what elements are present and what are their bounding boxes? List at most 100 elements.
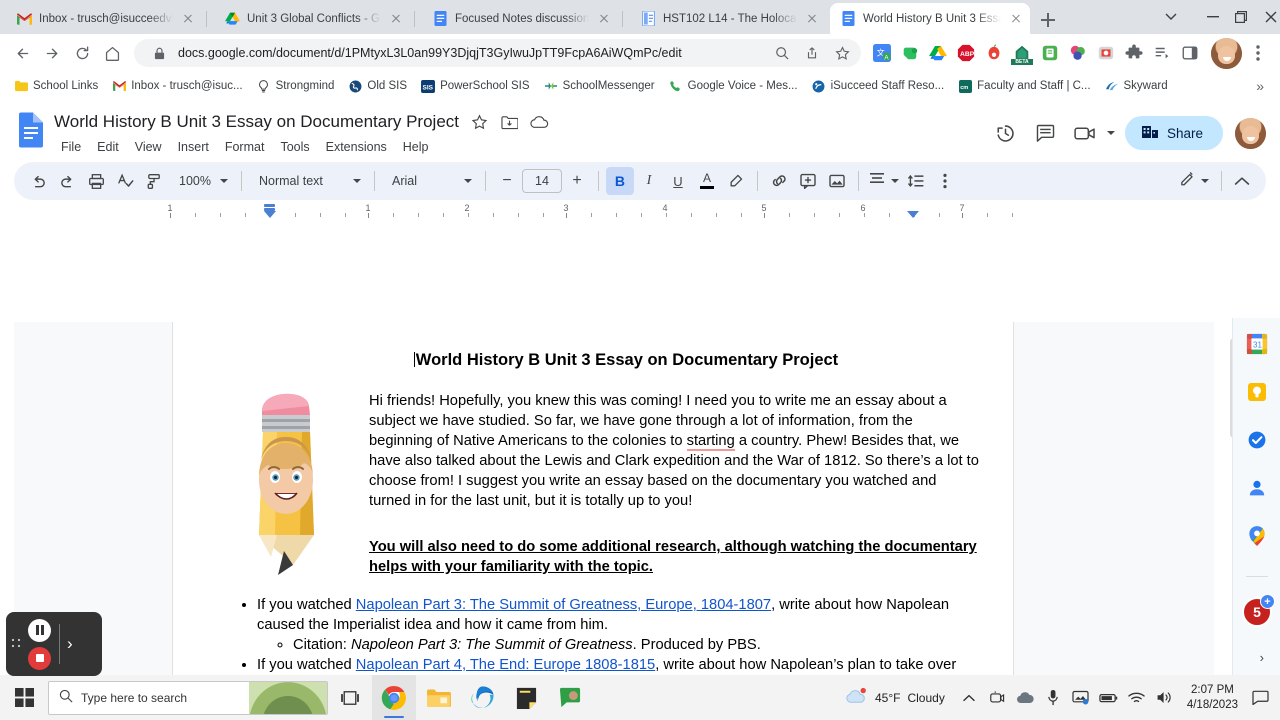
share-icon[interactable] (801, 42, 823, 64)
close-icon[interactable] (596, 11, 612, 27)
underline-button[interactable]: U (664, 167, 692, 195)
menu-file[interactable]: File (54, 137, 88, 157)
document-title[interactable]: World History B Unit 3 Essay on Document… (54, 112, 459, 132)
windows-search-box[interactable]: Type here to search (48, 680, 328, 715)
text-color-button[interactable]: A (693, 167, 721, 195)
italic-button[interactable]: I (635, 167, 663, 195)
bookmark-item-4[interactable]: SIS PowerSchool SIS (415, 76, 536, 96)
font-family-selector[interactable]: Arial (382, 167, 478, 195)
volume-icon[interactable] (1151, 675, 1179, 720)
close-icon[interactable] (1248, 0, 1280, 34)
pencil-bitmoji-image[interactable] (229, 385, 347, 580)
menu-view[interactable]: View (128, 137, 169, 157)
bookmark-item-6[interactable]: Google Voice - Mes... (663, 76, 804, 96)
share-button[interactable]: Share (1124, 116, 1223, 150)
adblock-plus-icon[interactable]: ABP (955, 42, 977, 64)
redo-icon[interactable] (53, 167, 81, 195)
side-panel-icon[interactable] (1179, 42, 1201, 64)
microphone-icon[interactable] (1039, 675, 1067, 720)
document-ruler[interactable]: 1 1 2 3 4 5 6 7 (160, 203, 1020, 218)
browser-tab-0[interactable]: Inbox - trusch@isucceedvhs. (6, 3, 202, 34)
pear-deck-icon[interactable] (983, 42, 1005, 64)
document-body[interactable]: World History B Unit 3 Essay on Document… (173, 322, 1013, 675)
google-chrome-icon[interactable] (372, 675, 416, 720)
webcam-icon[interactable] (983, 675, 1011, 720)
sticky-notes-icon[interactable] (504, 675, 548, 720)
google-translate-icon[interactable]: 文A (871, 42, 893, 64)
insert-link-icon[interactable] (765, 167, 793, 195)
screen-recorder-widget[interactable]: › (6, 612, 102, 676)
cloud-saved-icon[interactable] (529, 112, 549, 132)
file-explorer-icon[interactable] (416, 675, 460, 720)
bookmarks-overflow-button[interactable]: » (1248, 76, 1272, 96)
browser-tab-1[interactable]: Unit 3 Global Conflicts - Goo (214, 3, 410, 34)
browser-tab-2[interactable]: Focused Notes discussion 14 (422, 3, 618, 34)
print-icon[interactable] (82, 167, 110, 195)
show-hidden-icons-chevron[interactable] (955, 675, 983, 720)
left-indent-marker[interactable] (264, 211, 276, 218)
google-calendar-icon[interactable]: 31 (1245, 332, 1269, 356)
more-options-icon[interactable] (931, 167, 959, 195)
new-tab-button[interactable] (1036, 8, 1060, 32)
comment-icon[interactable] (1029, 116, 1063, 150)
bookmark-item-9[interactable]: Skyward (1099, 76, 1174, 96)
bookmark-item-3[interactable]: Old SIS (342, 76, 413, 96)
menu-tools[interactable]: Tools (273, 137, 316, 157)
pause-button[interactable] (28, 618, 51, 642)
align-button[interactable] (866, 167, 901, 195)
insert-image-icon[interactable] (823, 167, 851, 195)
document-page[interactable]: World History B Unit 3 Essay on Document… (172, 322, 1014, 675)
start-button[interactable] (0, 675, 48, 720)
zoom-icon[interactable] (771, 42, 793, 64)
puzzle-extension-icon[interactable] (1123, 42, 1145, 64)
paragraph-style-selector[interactable]: Normal text (249, 167, 367, 195)
bookmark-item-2[interactable]: Strongmind (251, 76, 341, 96)
highlight-icon[interactable] (722, 167, 750, 195)
google-drive-icon[interactable] (927, 42, 949, 64)
google-keep-icon[interactable] (1245, 380, 1269, 404)
first-line-indent-handle[interactable] (264, 204, 275, 207)
beta-extension-icon[interactable]: BETA (1011, 42, 1033, 65)
move-to-folder-icon[interactable] (499, 112, 519, 132)
bookmark-item-7[interactable]: iSucceed Staff Reso... (806, 76, 951, 96)
screencastify-icon[interactable] (1095, 42, 1117, 64)
google-contacts-icon[interactable] (1245, 476, 1269, 500)
line-spacing-icon[interactable] (902, 167, 930, 195)
read-write-icon[interactable] (1039, 42, 1061, 64)
reload-button[interactable] (68, 39, 96, 67)
notification-badge[interactable]: 5 + (1242, 594, 1275, 627)
task-view-icon[interactable] (328, 675, 372, 720)
microsoft-edge-icon[interactable] (460, 675, 504, 720)
bookmark-item-5[interactable]: SchoolMessenger (538, 76, 661, 96)
bookmark-item-0[interactable]: School Links (8, 76, 104, 96)
browser-tab-3[interactable]: HST102 L14 - The Holocaust (630, 3, 826, 34)
action-center-icon[interactable] (1246, 675, 1274, 720)
menu-extensions[interactable]: Extensions (319, 137, 394, 157)
editing-mode-button[interactable] (1173, 167, 1215, 195)
close-icon[interactable] (180, 11, 196, 27)
evernote-icon[interactable] (899, 42, 921, 64)
reading-list-icon[interactable] (1151, 42, 1173, 64)
expand-panel-chevron-icon[interactable]: › (1260, 650, 1264, 665)
address-bar[interactable]: docs.google.com/document/d/1PMtyxL3L0an9… (134, 39, 861, 67)
expand-recorder-chevron-icon[interactable]: › (67, 634, 73, 654)
menu-insert[interactable]: Insert (171, 137, 216, 157)
stop-button[interactable] (28, 646, 51, 670)
battery-icon[interactable] (1095, 675, 1123, 720)
spellcheck-icon[interactable] (111, 167, 139, 195)
spellcheck-flagged-word[interactable]: starting (686, 433, 735, 451)
chrome-menu-icon[interactable] (1244, 39, 1272, 67)
weather-widget[interactable]: 45°F Cloudy (834, 687, 955, 708)
home-button[interactable] (98, 39, 126, 67)
zoom-level-selector[interactable]: 100% (169, 167, 234, 195)
messaging-app-icon[interactable] (548, 675, 592, 720)
google-tasks-icon[interactable] (1245, 428, 1269, 452)
menu-edit[interactable]: Edit (90, 137, 126, 157)
undo-icon[interactable] (24, 167, 52, 195)
tab-search-chevron-icon[interactable] (1148, 0, 1194, 34)
kami-icon[interactable] (1067, 42, 1089, 64)
meet-camera-icon[interactable] (1069, 116, 1103, 150)
browser-tab-4-active[interactable]: World History B Unit 3 Essay (830, 3, 1030, 34)
close-icon[interactable] (804, 11, 820, 27)
google-docs-logo-icon[interactable] (14, 108, 48, 148)
